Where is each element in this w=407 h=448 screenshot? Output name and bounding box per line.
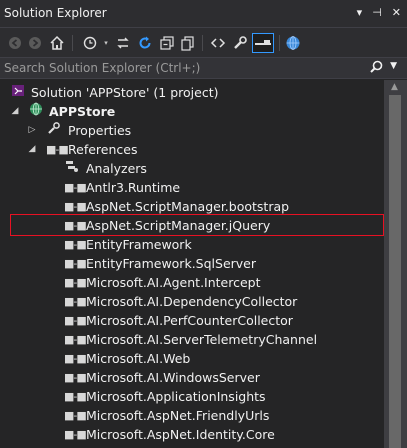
tree-item-label: Microsoft.AI.PerfCounterCollector bbox=[86, 313, 293, 328]
reference-item[interactable]: ■-■ Microsoft.ApplicationInsights bbox=[0, 387, 384, 406]
reference-item[interactable]: ■-■ Microsoft.AI.PerfCounterCollector bbox=[0, 311, 384, 330]
tree-item-label: Solution 'APPStore' (1 project) bbox=[31, 85, 219, 100]
reference-item[interactable]: ■-■ Microsoft.AI.Web bbox=[0, 349, 384, 368]
tree-item-label: Analyzers bbox=[86, 161, 147, 176]
tree-item-label: Microsoft.AI.Agent.Intercept bbox=[86, 275, 261, 290]
solution-tree: Solution 'APPStore' (1 project) ◢ APPSto… bbox=[0, 80, 384, 448]
search-icon[interactable] bbox=[370, 60, 383, 77]
reference-icon: ■-■ bbox=[64, 238, 87, 251]
scrollbar-thumb[interactable] bbox=[389, 95, 401, 448]
reference-icon: ■-■ bbox=[46, 143, 69, 156]
vertical-scrollbar[interactable]: ▲ bbox=[384, 80, 407, 448]
toolbar-separator bbox=[279, 35, 280, 51]
tree-item-label: AspNet.ScriptManager.jQuery bbox=[86, 218, 271, 233]
reference-icon: ■-■ bbox=[64, 333, 87, 346]
reference-icon: ■-■ bbox=[64, 276, 87, 289]
window-controls: ▾ ⊣ ✕ bbox=[357, 6, 401, 19]
tree-item-label: APPStore bbox=[49, 104, 116, 119]
search-bar: ▼ bbox=[0, 57, 407, 79]
tree-item-analyzers[interactable]: Analyzers bbox=[0, 159, 384, 178]
reference-item[interactable]: ■-■ EntityFramework.SqlServer bbox=[0, 254, 384, 273]
home-icon[interactable] bbox=[47, 33, 67, 53]
reference-item[interactable]: ■-■ Antlr3.Runtime bbox=[0, 178, 384, 197]
tree-item-label: Antlr3.Runtime bbox=[86, 180, 181, 195]
reference-icon: ■-■ bbox=[64, 371, 87, 384]
toolbar-separator bbox=[72, 35, 73, 51]
reference-icon: ■-■ bbox=[64, 428, 87, 441]
solution-icon bbox=[10, 83, 26, 103]
sync-icon[interactable] bbox=[113, 33, 133, 53]
reference-icon: ■-■ bbox=[64, 257, 87, 270]
tree-item-label: Microsoft.AspNet.FriendlyUrls bbox=[86, 408, 270, 423]
reference-item[interactable]: ■-■ Microsoft.AspNet.Identity.Core bbox=[0, 425, 384, 444]
toolbar-separator bbox=[202, 35, 203, 51]
tree-item-label: Microsoft.AI.WindowsServer bbox=[86, 370, 260, 385]
reference-item[interactable]: ■-■ Microsoft.AI.DependencyCollector bbox=[0, 292, 384, 311]
wrench-icon bbox=[46, 121, 62, 141]
reference-icon: ■-■ bbox=[64, 295, 87, 308]
reference-icon: ■-■ bbox=[64, 314, 87, 327]
search-options-chevron-down-icon[interactable]: ▼ bbox=[390, 61, 397, 71]
reference-item[interactable]: ■-■ Microsoft.AI.Agent.Intercept bbox=[0, 273, 384, 292]
toolbar: ▾ bbox=[0, 28, 407, 58]
reference-icon: ■-■ bbox=[64, 352, 87, 365]
back-icon[interactable] bbox=[5, 33, 25, 53]
window-title: Solution Explorer bbox=[4, 6, 107, 20]
title-bar: Solution Explorer ▾ ⊣ ✕ bbox=[0, 0, 407, 28]
globe-icon[interactable] bbox=[283, 33, 303, 53]
close-icon[interactable]: ✕ bbox=[392, 6, 401, 19]
tree-item-label: Properties bbox=[68, 123, 132, 138]
search-input[interactable] bbox=[0, 58, 360, 78]
reference-item[interactable]: ■-■ Microsoft.AI.WindowsServer bbox=[0, 368, 384, 387]
reference-item[interactable]: ■-■ Microsoft.AI.ServerTelemetryChannel bbox=[0, 330, 384, 349]
reference-icon: ■-■ bbox=[64, 219, 87, 232]
tree-item-label: Microsoft.ApplicationInsights bbox=[86, 389, 266, 404]
tree-item-label: Microsoft.AI.ServerTelemetryChannel bbox=[86, 332, 318, 347]
forward-icon[interactable] bbox=[25, 33, 45, 53]
scroll-up-icon[interactable]: ▲ bbox=[391, 82, 398, 92]
expanded-triangle-icon[interactable]: ◢ bbox=[10, 102, 20, 121]
reference-icon: ■-■ bbox=[64, 181, 87, 194]
tree-item-label: Microsoft.AI.Web bbox=[86, 351, 191, 366]
reference-icon: ■-■ bbox=[64, 409, 87, 422]
properties-icon[interactable] bbox=[230, 33, 250, 53]
tree-item-label: References bbox=[68, 142, 138, 157]
expanded-triangle-icon[interactable]: ◢ bbox=[27, 140, 37, 159]
refresh-icon[interactable] bbox=[135, 33, 155, 53]
reference-item-highlighted[interactable]: ■-■ AspNet.ScriptManager.jQuery bbox=[0, 214, 384, 236]
pin-icon[interactable]: ⊣ bbox=[372, 6, 382, 19]
tree-item-project[interactable]: ◢ APPStore bbox=[0, 102, 384, 121]
tree-item-label: EntityFramework bbox=[86, 237, 192, 252]
analyzers-icon bbox=[64, 159, 80, 179]
preview-selected-items-icon[interactable] bbox=[252, 33, 274, 53]
collapsed-triangle-icon[interactable]: ▷ bbox=[27, 121, 37, 140]
tree-item-solution[interactable]: Solution 'APPStore' (1 project) bbox=[0, 83, 384, 102]
tree-item-label: Microsoft.AspNet.Identity.Core bbox=[86, 427, 275, 442]
web-project-icon bbox=[28, 102, 44, 122]
collapse-all-icon[interactable] bbox=[157, 33, 177, 53]
tree-item-references[interactable]: ◢ ■-■ References bbox=[0, 140, 384, 159]
tree-item-properties[interactable]: ▷ Properties bbox=[0, 121, 384, 140]
show-all-files-icon[interactable] bbox=[178, 33, 198, 53]
view-code-icon[interactable] bbox=[208, 33, 228, 53]
reference-item[interactable]: ■-■ EntityFramework bbox=[0, 235, 384, 254]
dropdown-icon[interactable]: ▾ bbox=[357, 6, 363, 19]
reference-icon: ■-■ bbox=[64, 390, 87, 403]
reference-item[interactable]: ■-■ Microsoft.AspNet.FriendlyUrls bbox=[0, 406, 384, 425]
tree-item-label: EntityFramework.SqlServer bbox=[86, 256, 256, 271]
tree-item-label: Microsoft.AI.DependencyCollector bbox=[86, 294, 298, 309]
